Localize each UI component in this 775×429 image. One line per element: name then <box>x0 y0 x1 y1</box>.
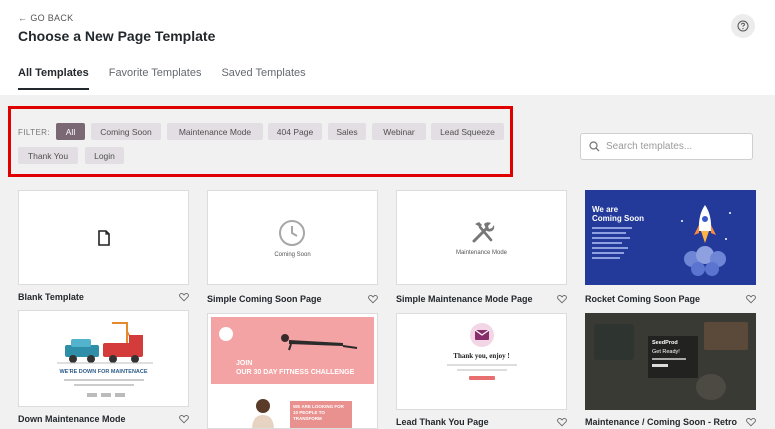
rocket-illustration <box>681 205 731 276</box>
favorite-heart-icon[interactable] <box>179 414 189 424</box>
clock-icon <box>279 220 305 246</box>
template-card-simple-coming-soon: Coming Soon Simple Coming Soon Page <box>207 190 378 310</box>
template-card-retro-coming-soon: SeedProd Get Ready! Maintenance / Coming… <box>585 313 756 429</box>
filter-highlight-box <box>8 106 513 177</box>
fitness-callout-line-2: 10 PEOPLE TO TRANSFORM <box>293 410 325 421</box>
tab-all-templates[interactable]: All Templates <box>18 67 89 90</box>
fitness-headline-line-1: JOIN <box>236 360 253 367</box>
filter-label: FILTER: <box>18 128 50 137</box>
filter-chip-thank-you[interactable]: Thank You <box>18 147 78 164</box>
page-title: Choose a New Page Template <box>18 28 216 44</box>
go-back-link[interactable]: ← GO BACK <box>18 13 73 23</box>
template-thumbnail[interactable]: Thank you, enjoy ! <box>396 313 567 410</box>
rocket-headline-line-1: We are <box>592 205 619 214</box>
fitness-headline: JOIN OUR 30 DAY FITNESS CHALLENGE <box>236 359 354 377</box>
favorite-heart-icon[interactable] <box>368 294 378 304</box>
favorite-heart-icon[interactable] <box>179 292 189 302</box>
retro-brand: SeedProd <box>652 340 678 346</box>
tab-saved-templates[interactable]: Saved Templates <box>221 67 305 90</box>
fitness-headline-line-2: OUR 30 DAY FITNESS CHALLENGE <box>236 369 355 376</box>
template-thumbnail[interactable]: JOIN OUR 30 DAY FITNESS CHALLENGE WE ARE… <box>207 313 378 429</box>
question-circle-icon <box>737 20 749 32</box>
tools-icon <box>472 222 495 243</box>
template-label: Lead Thank You Page <box>396 417 489 427</box>
favorite-heart-icon[interactable] <box>746 294 756 304</box>
fitness-callout: WE ARE LOOKING FOR 10 PEOPLE TO TRANSFOR… <box>290 401 352 428</box>
arrow-left-icon: ← <box>18 13 28 23</box>
search-icon <box>589 141 600 152</box>
template-label: Simple Coming Soon Page <box>207 294 322 304</box>
go-back-label: GO BACK <box>30 13 74 23</box>
rocket-headline: We are Coming Soon <box>592 205 644 223</box>
fitness-hero: JOIN OUR 30 DAY FITNESS CHALLENGE <box>211 317 374 384</box>
header: ← GO BACK Choose a New Page Template All… <box>0 0 775 95</box>
retro-overlay-card: SeedProd Get Ready! <box>648 336 698 378</box>
filter-chip-lead-squeeze[interactable]: Lead Squeeze <box>431 123 504 140</box>
template-label: Rocket Coming Soon Page <box>585 294 701 304</box>
thumb-caption: Coming Soon <box>274 252 311 258</box>
template-card-blank: Blank Template <box>18 190 189 310</box>
template-label: Maintenance / Coming Soon - Retro <box>585 417 738 427</box>
filter-chip-maintenance-mode[interactable]: Maintenance Mode <box>167 123 263 140</box>
filter-chip-404-page[interactable]: 404 Page <box>268 123 322 140</box>
plank-figure-illustration <box>281 334 358 351</box>
tow-truck-illustration <box>57 322 153 364</box>
template-thumbnail[interactable]: Maintenance Mode <box>396 190 567 285</box>
favorite-heart-icon[interactable] <box>746 417 756 427</box>
filter-chip-coming-soon[interactable]: Coming Soon <box>91 123 161 140</box>
favorite-heart-icon[interactable] <box>557 417 567 427</box>
blank-file-icon <box>97 229 110 246</box>
filter-chip-sales[interactable]: Sales <box>328 123 366 140</box>
template-label: Blank Template <box>18 292 84 302</box>
tab-favorite-templates[interactable]: Favorite Templates <box>109 67 202 90</box>
template-card-fitness-challenge: JOIN OUR 30 DAY FITNESS CHALLENGE WE ARE… <box>207 313 378 429</box>
rocket-feature-list <box>592 227 642 259</box>
template-label: Simple Maintenance Mode Page <box>396 294 533 304</box>
filter-chip-login[interactable]: Login <box>85 147 124 164</box>
template-card-lead-thank-you: Thank you, enjoy ! Lead Thank You Page <box>396 313 567 429</box>
favorite-heart-icon[interactable] <box>557 294 567 304</box>
help-button[interactable] <box>731 14 755 38</box>
thumb-caption: WE'RE DOWN FOR MAINTENACE <box>59 369 148 375</box>
filter-chip-all[interactable]: All <box>56 123 85 140</box>
thumb-caption: Thank you, enjoy ! <box>453 352 510 360</box>
template-thumbnail[interactable]: Coming Soon <box>207 190 378 285</box>
template-label: Down Maintenance Mode <box>18 414 126 424</box>
thumb-caption: Maintenance Mode <box>455 250 508 256</box>
retro-headline: Get Ready! <box>652 349 680 355</box>
template-thumbnail[interactable]: SeedProd Get Ready! <box>585 313 756 410</box>
template-card-rocket-coming-soon: We are Coming Soon Rocket Coming Soon Pa… <box>585 190 756 310</box>
template-thumbnail[interactable] <box>18 190 189 285</box>
template-card-down-maintenance: WE'RE DOWN FOR MAINTENACE Down Maintenan… <box>18 310 189 429</box>
template-thumbnail[interactable]: We are Coming Soon <box>585 190 756 285</box>
search-input[interactable] <box>606 141 746 152</box>
filter-chip-webinar[interactable]: Webinar <box>372 123 426 140</box>
template-card-simple-maintenance: Maintenance Mode Simple Maintenance Mode… <box>396 190 567 310</box>
rocket-headline-line-2: Coming Soon <box>592 214 644 223</box>
woman-portrait-illustration <box>252 399 274 428</box>
search-box <box>580 133 753 160</box>
template-tabs: All Templates Favorite Templates Saved T… <box>18 67 326 90</box>
envelope-icon <box>470 323 494 347</box>
template-thumbnail[interactable]: WE'RE DOWN FOR MAINTENACE <box>18 310 189 407</box>
